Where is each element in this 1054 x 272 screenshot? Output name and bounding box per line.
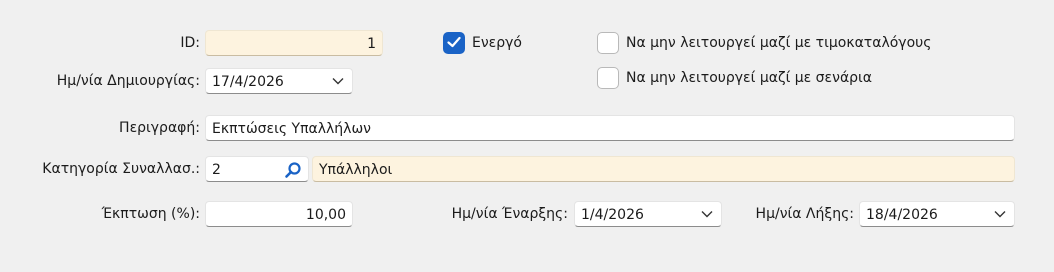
end-date-label: Ημ/νία Λήξης: — [755, 206, 854, 222]
form-window: { "form": { "id_label": "ID:", "id_value… — [0, 0, 1054, 272]
active-checkbox[interactable] — [443, 32, 465, 54]
created-date-value: 17/4/2026 — [212, 74, 284, 90]
chevron-down-icon[interactable] — [332, 77, 344, 85]
no-pricelists-checkbox-label: Να μην λειτουργεί μαζί με τιμοκαταλόγους — [626, 35, 932, 51]
description-field[interactable]: Εκπτώσεις Υπαλλήλων — [205, 115, 1015, 141]
chevron-down-icon[interactable] — [994, 210, 1006, 218]
created-date-picker[interactable]: 17/4/2026 — [205, 68, 353, 94]
category-label: Κατηγορία Συναλλασ.: — [42, 161, 200, 177]
discount-label: Έκπτωση (%): — [101, 206, 200, 222]
no-pricelists-checkbox[interactable] — [597, 32, 619, 54]
discount-field[interactable]: 10,00 — [205, 201, 353, 227]
no-scenarios-checkbox-label: Να μην λειτουργεί μαζί με σενάρια — [626, 70, 873, 86]
category-code-field[interactable]: 2 — [205, 156, 309, 182]
chevron-down-icon[interactable] — [701, 210, 713, 218]
no-scenarios-checkbox[interactable] — [597, 67, 619, 89]
search-icon[interactable] — [284, 161, 302, 179]
id-label: ID: — [180, 35, 200, 51]
end-date-value: 18/4/2026 — [866, 207, 938, 223]
id-field: 1 — [205, 30, 383, 56]
start-date-picker[interactable]: 1/4/2026 — [574, 201, 722, 227]
description-label: Περιγραφή: — [119, 120, 200, 136]
start-date-label: Ημ/νία Έναρξης: — [451, 206, 568, 222]
end-date-picker[interactable]: 18/4/2026 — [859, 201, 1015, 227]
category-name-field: Υπάλληλοι — [312, 156, 1015, 182]
start-date-value: 1/4/2026 — [581, 207, 644, 223]
category-code-value: 2 — [212, 162, 221, 178]
checkmark-icon — [447, 36, 461, 48]
created-date-label: Ημ/νία Δημιουργίας: — [56, 73, 200, 89]
active-checkbox-label: Ενεργό — [472, 35, 522, 51]
